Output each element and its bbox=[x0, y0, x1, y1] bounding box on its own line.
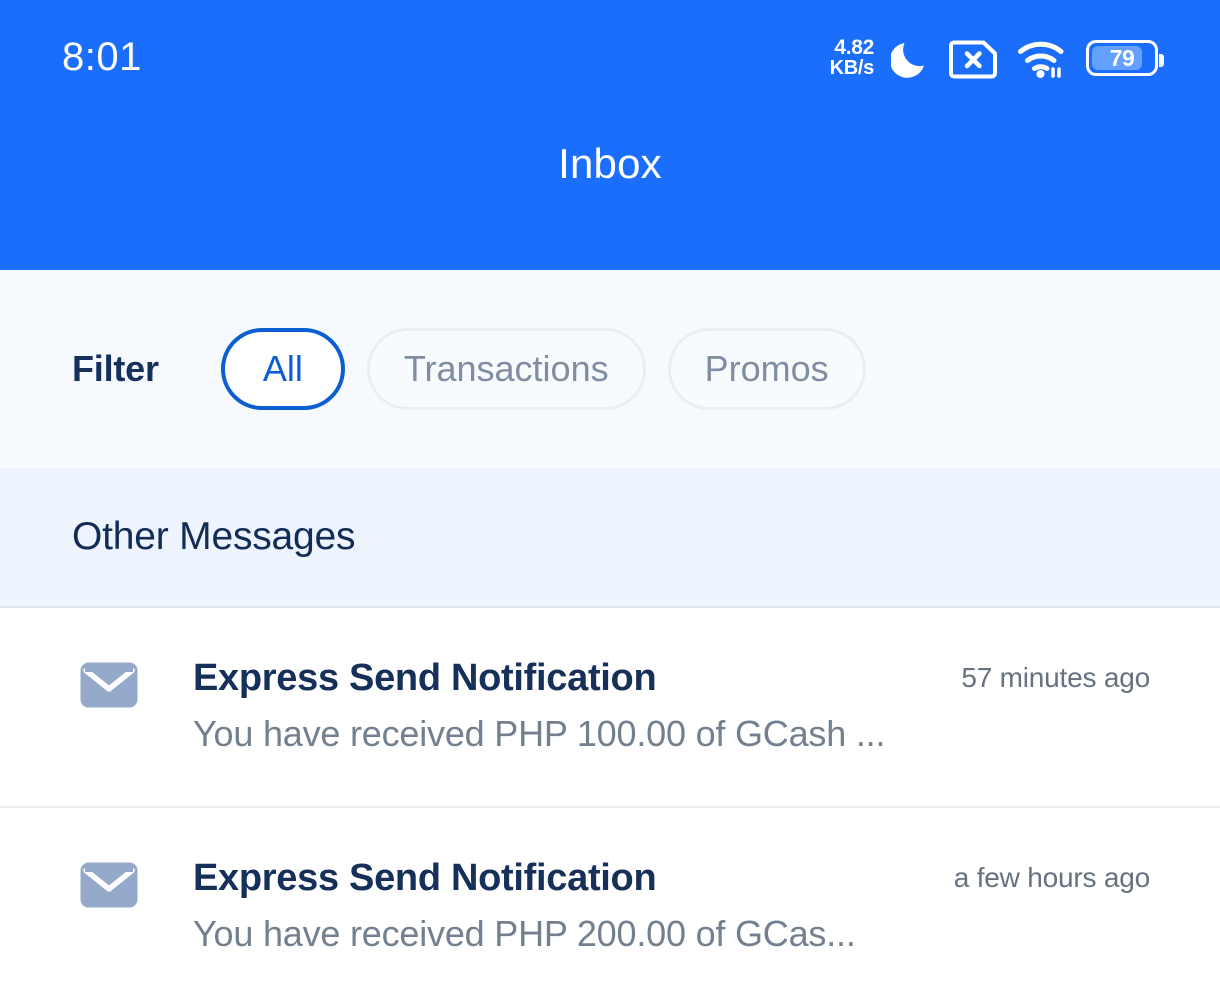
filter-chip-transactions[interactable]: Transactions bbox=[366, 328, 646, 410]
message-preview: You have received PHP 100.00 of GCash ..… bbox=[193, 713, 886, 754]
envelope-icon bbox=[78, 660, 140, 710]
page-title: Inbox bbox=[558, 140, 662, 187]
message-title: Express Send Notification bbox=[193, 657, 657, 699]
filter-chip-group: All Transactions Promos bbox=[220, 328, 866, 410]
list-item[interactable]: Express Send Notification You have recei… bbox=[0, 608, 1220, 808]
filter-label: Filter bbox=[72, 348, 159, 389]
section-header-label: Other Messages bbox=[72, 515, 356, 558]
envelope-icon bbox=[78, 860, 140, 910]
message-title: Express Send Notification bbox=[193, 857, 657, 899]
inbox-screen: 8:01 4.82 KB/s 79 Inbox Filter All Trans… bbox=[0, 0, 1220, 1008]
message-body: Express Send Notification You have recei… bbox=[140, 856, 954, 958]
filter-bar: Filter All Transactions Promos bbox=[0, 270, 1220, 468]
message-timestamp: 57 minutes ago bbox=[961, 662, 1150, 693]
section-header-other-messages: Other Messages bbox=[0, 468, 1220, 608]
list-item[interactable]: Express Send Notification You have recei… bbox=[0, 808, 1220, 1008]
filter-chip-promos[interactable]: Promos bbox=[667, 328, 866, 410]
message-body: Express Send Notification You have recei… bbox=[140, 656, 961, 758]
message-list: Express Send Notification You have recei… bbox=[0, 608, 1220, 1008]
filter-chip-all[interactable]: All bbox=[220, 328, 345, 410]
message-preview: You have received PHP 200.00 of GCas... bbox=[193, 913, 856, 954]
app-header: 8:01 4.82 KB/s 79 Inbox bbox=[0, 0, 1220, 270]
message-timestamp: a few hours ago bbox=[953, 862, 1150, 893]
